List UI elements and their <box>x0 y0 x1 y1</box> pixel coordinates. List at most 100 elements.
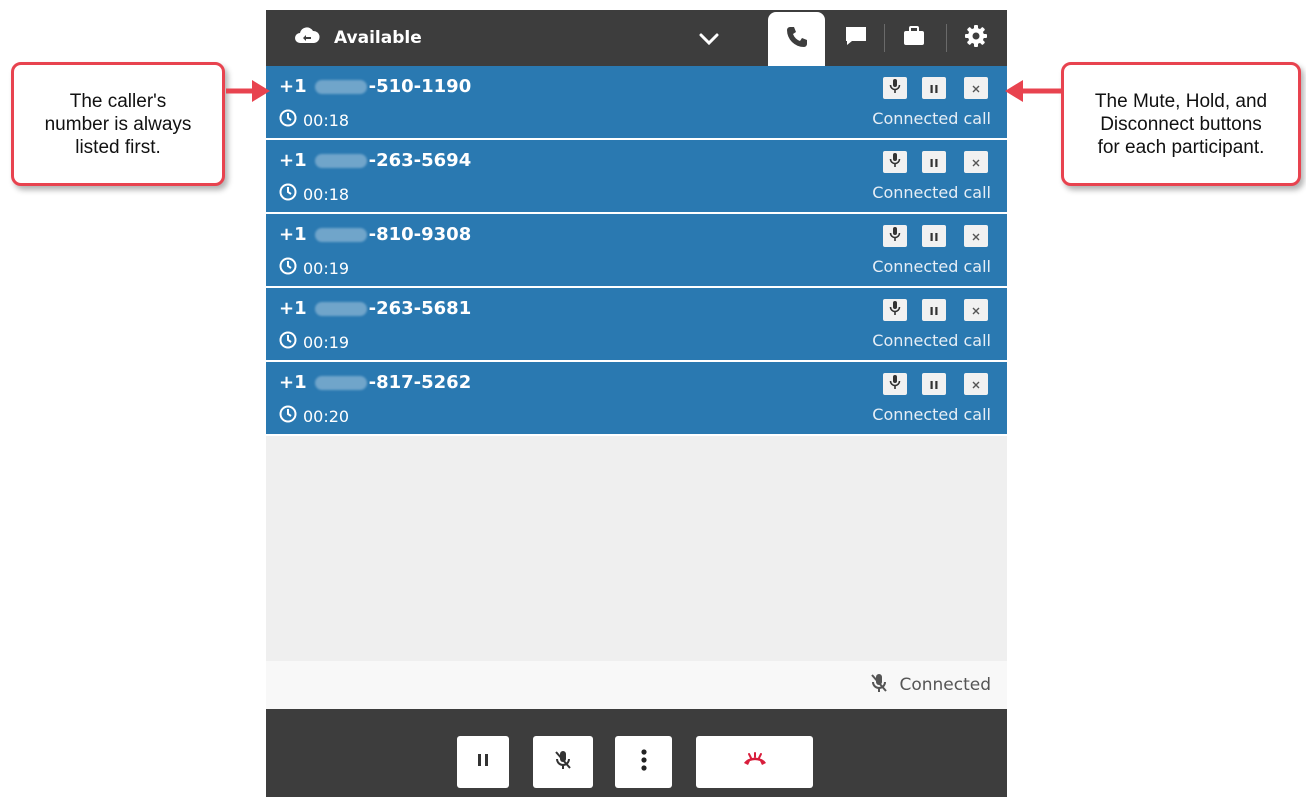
clock-icon <box>279 257 297 279</box>
pause-icon <box>475 752 491 772</box>
briefcase-icon <box>902 25 926 51</box>
callout-line: listed first. <box>75 136 161 158</box>
participant-number: +1 -263-5694 <box>279 150 471 171</box>
mic-muted-icon <box>869 672 889 699</box>
participant-mute-button[interactable] <box>883 77 907 99</box>
microphone-icon <box>889 374 901 394</box>
callout-line: for each participant. <box>1097 136 1265 158</box>
close-icon <box>971 227 981 246</box>
timer-value: 00:18 <box>303 184 350 204</box>
timer-value: 00:18 <box>303 110 350 130</box>
participant-number: +1 -510-1190 <box>279 76 471 97</box>
more-options-button[interactable] <box>615 736 672 788</box>
call-timer: 00:18 <box>279 109 349 131</box>
participant-mute-button[interactable] <box>883 299 907 321</box>
timer-value: 00:19 <box>303 332 350 352</box>
participant-hold-button[interactable] <box>922 77 946 99</box>
header-bar: Available <box>266 10 1007 66</box>
participant-disconnect-button[interactable] <box>964 373 988 395</box>
hang-up-icon <box>741 751 769 773</box>
close-icon <box>971 153 981 172</box>
pause-icon <box>929 227 939 246</box>
phone-suffix: -263-5694 <box>368 150 472 171</box>
microphone-icon <box>889 226 901 246</box>
clock-icon <box>279 331 297 353</box>
callout-line: Disconnect buttons <box>1100 113 1262 135</box>
participant-number: +1 -810-9308 <box>279 224 471 245</box>
agent-status-dropdown[interactable]: Available <box>294 10 422 66</box>
participant-number: +1 -263-5681 <box>279 298 471 319</box>
agent-status-label: Available <box>334 28 422 48</box>
call-state-label: Connected call <box>872 331 991 350</box>
callout-line: The Mute, Hold, and <box>1094 90 1268 112</box>
timer-value: 00:19 <box>303 258 350 278</box>
participant-disconnect-button[interactable] <box>964 225 988 247</box>
call-state-label: Connected call <box>872 109 991 128</box>
close-icon <box>971 79 981 98</box>
callout-arrow-right <box>226 80 270 102</box>
pause-icon <box>929 153 939 172</box>
cloud-sync-icon <box>294 26 320 50</box>
participant-row: +1 -510-1190 00:18 Connected call <box>266 66 1007 140</box>
clock-icon <box>279 183 297 205</box>
tab-chat[interactable] <box>836 10 876 66</box>
phone-prefix: +1 <box>279 224 307 245</box>
microphone-icon <box>889 152 901 172</box>
pause-icon <box>929 301 939 320</box>
clock-icon <box>279 109 297 131</box>
redacted-digits <box>314 301 367 316</box>
phone-prefix: +1 <box>279 298 307 319</box>
phone-prefix: +1 <box>279 76 307 97</box>
phone-suffix: -263-5681 <box>368 298 472 319</box>
participant-list: +1 -510-1190 00:18 Connected call +1 -263 <box>266 66 1007 436</box>
participant-disconnect-button[interactable] <box>964 299 988 321</box>
phone-suffix: -510-1190 <box>368 76 472 97</box>
redacted-digits <box>314 79 367 94</box>
participant-mute-button[interactable] <box>883 373 907 395</box>
call-timer: 00:19 <box>279 257 349 279</box>
participant-row: +1 -263-5694 00:18 Connected call <box>266 140 1007 214</box>
pause-icon <box>929 375 939 394</box>
participant-number: +1 -817-5262 <box>279 372 471 393</box>
participant-hold-button[interactable] <box>922 151 946 173</box>
participant-mute-button[interactable] <box>883 225 907 247</box>
call-state-label: Connected call <box>872 183 991 202</box>
callout-arrow-left <box>1005 80 1061 102</box>
redacted-digits <box>314 375 367 390</box>
participant-disconnect-button[interactable] <box>964 77 988 99</box>
mute-button[interactable] <box>533 736 593 788</box>
participant-row: +1 -263-5681 00:19 Connected call <box>266 288 1007 362</box>
call-timer: 00:19 <box>279 331 349 353</box>
tab-settings[interactable] <box>956 10 996 66</box>
tab-tasks[interactable] <box>894 10 934 66</box>
participant-hold-button[interactable] <box>922 299 946 321</box>
phone-prefix: +1 <box>279 150 307 171</box>
call-state-label: Connected call <box>872 257 991 276</box>
timer-value: 00:20 <box>303 406 350 426</box>
participant-hold-button[interactable] <box>922 373 946 395</box>
participant-disconnect-button[interactable] <box>964 151 988 173</box>
call-controls-footer <box>266 709 1007 797</box>
hold-all-button[interactable] <box>457 736 509 788</box>
mic-muted-icon <box>553 749 573 775</box>
microphone-icon <box>889 300 901 320</box>
call-timer: 00:18 <box>279 183 349 205</box>
end-call-button[interactable] <box>696 736 813 788</box>
microphone-icon <box>889 78 901 98</box>
call-state-label: Connected call <box>872 405 991 424</box>
more-vertical-icon <box>640 749 648 775</box>
chevron-down-icon[interactable] <box>696 28 722 50</box>
tab-divider <box>946 24 947 52</box>
participant-hold-button[interactable] <box>922 225 946 247</box>
tab-phone[interactable] <box>768 12 825 66</box>
pause-icon <box>929 79 939 98</box>
chat-icon <box>844 25 868 51</box>
phone-prefix: +1 <box>279 372 307 393</box>
ccp-panel: Available +1 -510-1190 00:18 Connected c… <box>266 10 1007 797</box>
participant-row: +1 -817-5262 00:20 Connected call <box>266 362 1007 436</box>
phone-suffix: -810-9308 <box>368 224 472 245</box>
participant-mute-button[interactable] <box>883 151 907 173</box>
clock-icon <box>279 405 297 427</box>
redacted-digits <box>314 153 367 168</box>
participant-row: +1 -810-9308 00:19 Connected call <box>266 214 1007 288</box>
